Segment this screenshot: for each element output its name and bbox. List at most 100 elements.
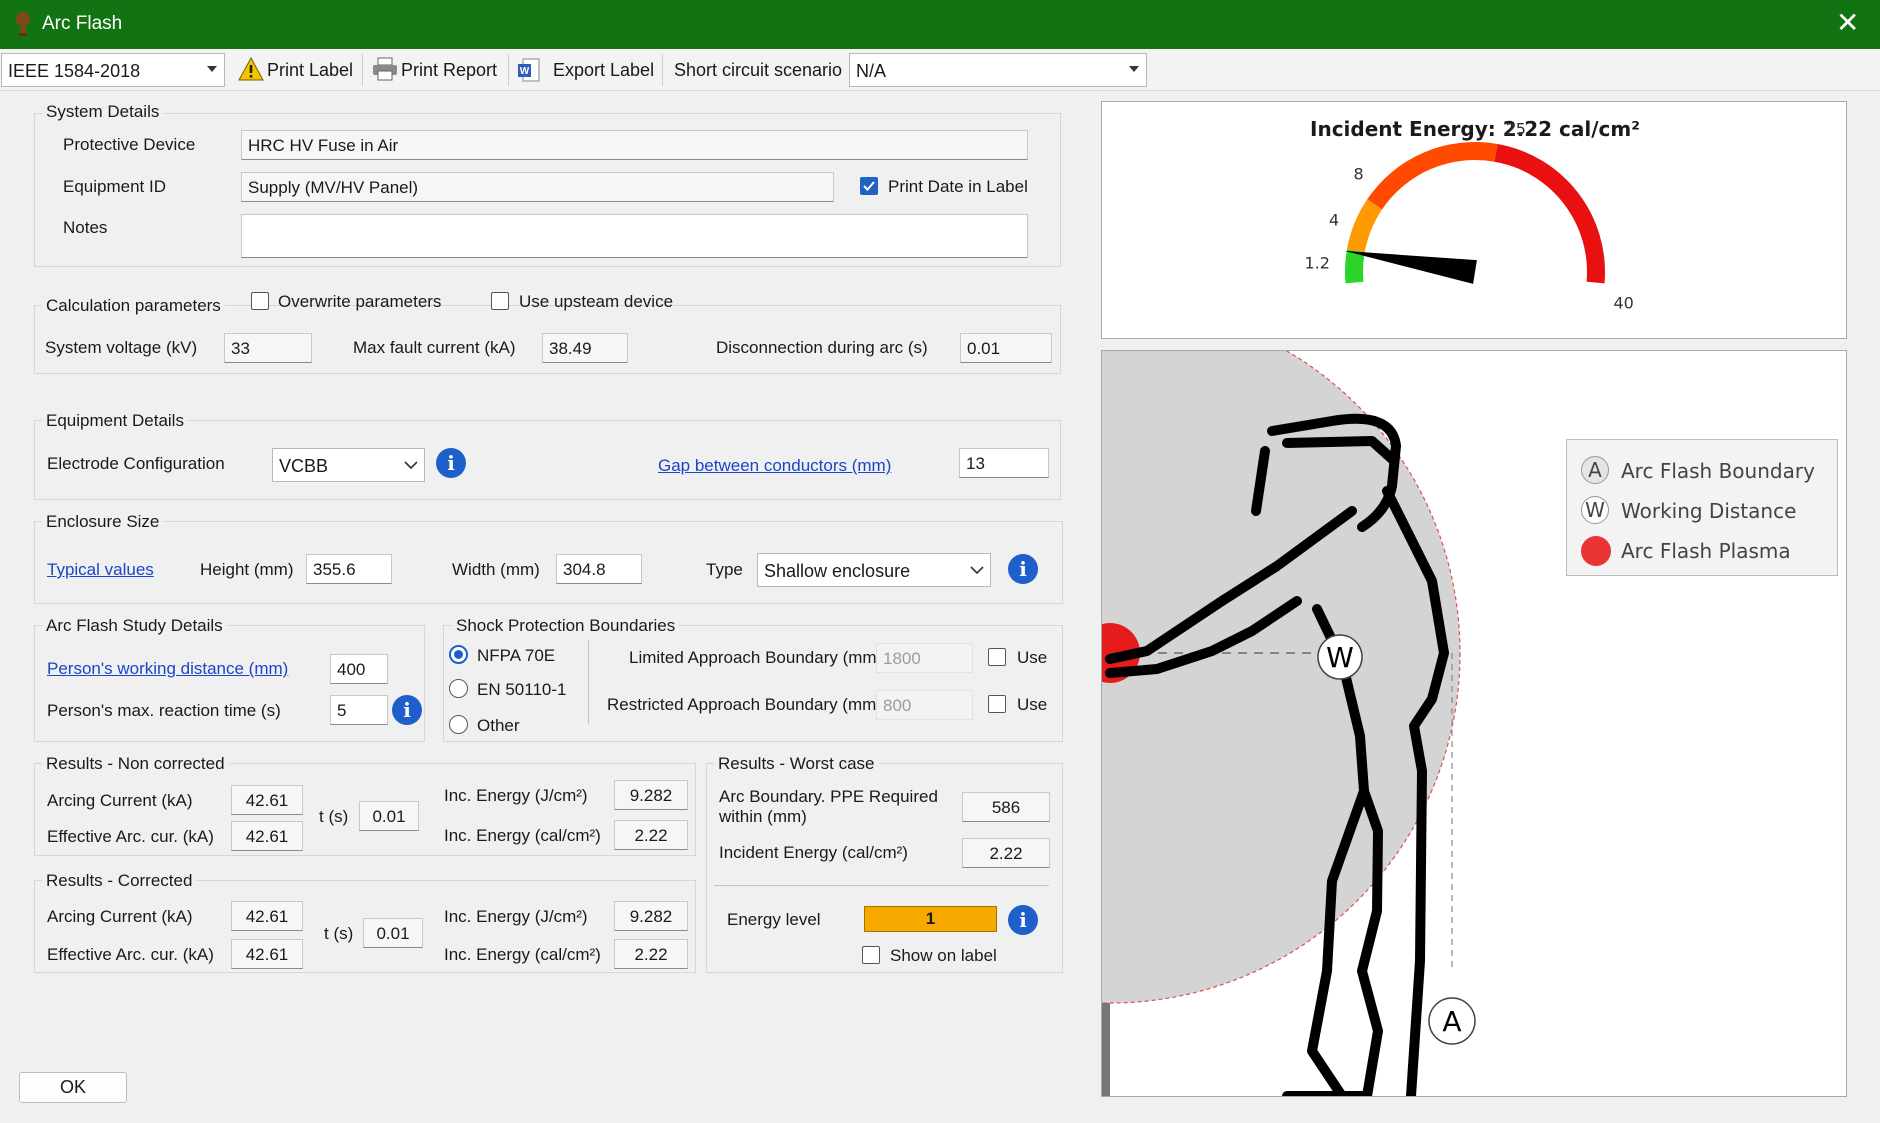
height-field[interactable]: 355.6 [306,554,392,584]
notes-field[interactable] [241,214,1028,258]
reaction-time-info-icon[interactable]: i [392,695,422,725]
use-upstream-label: Use upsteam device [519,292,674,311]
noncorr-energy-j-label: Inc. Energy (J/cm²) [444,786,588,805]
working-distance-marker: W [1317,634,1363,680]
print-report-button[interactable]: Print Report [401,60,497,81]
other-label: Other [477,716,520,735]
disconnection-field[interactable]: 0.01 [960,333,1052,363]
shock-protection-title: Shock Protection Boundaries [452,616,680,636]
gauge-band [1367,142,1498,210]
typical-values-link[interactable]: Typical values [47,560,154,580]
limited-approach-label: Limited Approach Boundary (mm) [629,648,883,667]
working-distance-link[interactable]: Person's working distance (mm) [47,659,288,679]
standard-select[interactable]: IEEE 1584-2018 [1,53,225,87]
print-date-checkbox[interactable] [860,177,878,195]
limited-use-label: Use [1017,648,1048,667]
en50110-label: EN 50110-1 [477,680,567,699]
en50110-radio[interactable] [449,679,468,698]
noncorr-effective-label: Effective Arc. cur. (kA) [47,827,214,846]
gauge-tick-label: 8 [1353,164,1363,183]
max-fault-current-field[interactable]: 38.49 [542,333,628,363]
gap-field[interactable]: 13 [959,448,1049,478]
ok-button[interactable]: OK [19,1072,127,1103]
overwrite-parameters-label: Overwrite parameters [278,292,442,311]
incident-energy-gauge: 1.2 4 8 25 40 [1304,120,1633,313]
noncorr-energy-cal-label: Inc. Energy (cal/cm²) [444,826,601,845]
equipment-details-title: Equipment Details [42,411,188,431]
energy-level-info-icon[interactable]: i [1008,905,1038,935]
noncorr-t-label: t (s) [319,807,349,826]
app-icon [16,11,30,36]
corr-effective-label: Effective Arc. cur. (kA) [47,945,214,964]
limited-use-checkbox[interactable] [988,648,1006,666]
width-label: Width (mm) [452,560,540,579]
type-label: Type [706,560,743,579]
print-date-label: Print Date in Label [888,177,1028,196]
worst-energy-field[interactable]: 2.22 [962,838,1050,868]
boundary-marker-text: A [1442,1005,1461,1038]
worst-divider [714,885,1049,886]
legend-badge-a: A [1581,456,1609,484]
protective-device-label: Protective Device [63,135,196,154]
boundary-marker: A [1428,997,1476,1045]
scenario-select[interactable]: N/A [849,53,1147,87]
restricted-use-checkbox[interactable] [988,695,1006,713]
arc-boundary-label-line2: within (mm) [719,807,807,826]
nfpa-radio[interactable] [449,645,468,664]
protective-device-field[interactable]: HRC HV Fuse in Air [241,130,1028,160]
arc-boundary-field[interactable]: 586 [962,792,1050,822]
corr-energy-j-field[interactable]: 9.282 [614,901,688,931]
chevron-down-icon [1129,66,1139,72]
corr-t-field[interactable]: 0.01 [363,918,423,948]
notes-label: Notes [63,218,108,237]
arc-boundary-label: Arc Boundary. PPE Required [719,787,938,806]
restricted-approach-label: Restricted Approach Boundary (mm) [607,695,882,714]
corr-energy-cal-label: Inc. Energy (cal/cm²) [444,945,601,964]
equipment-id-label: Equipment ID [63,177,166,196]
toolbar-divider [508,54,509,86]
enclosure-type-value: Shallow enclosure [764,561,911,581]
word-document-icon: W [518,58,540,82]
close-icon[interactable]: ✕ [1836,8,1859,38]
height-label: Height (mm) [200,560,294,579]
toolbar-divider [662,54,663,86]
width-field[interactable]: 304.8 [556,554,642,584]
legend-arc-flash-plasma: Arc Flash Plasma [1621,539,1791,563]
export-label-button[interactable]: Export Label [553,60,654,81]
show-on-label-checkbox[interactable] [862,946,880,964]
working-distance-field[interactable]: 400 [330,654,388,684]
noncorr-energy-j-field[interactable]: 9.282 [614,780,688,810]
enclosure-info-icon[interactable]: i [1008,554,1038,584]
overwrite-parameters-checkbox[interactable] [251,292,269,310]
noncorr-arcing-label: Arcing Current (kA) [47,791,193,810]
system-voltage-label: System voltage (kV) [45,338,198,357]
noncorr-arcing-field[interactable]: 42.61 [231,785,303,815]
noncorr-t-field[interactable]: 0.01 [359,801,419,831]
noncorr-effective-field[interactable]: 42.61 [231,821,303,851]
max-fault-current-label: Max fault current (kA) [353,338,516,357]
enclosure-type-select[interactable]: Shallow enclosure [757,553,991,587]
electrode-info-icon[interactable]: i [436,448,466,478]
reaction-time-field[interactable]: 5 [330,695,388,725]
other-radio[interactable] [449,715,468,734]
print-label-button[interactable]: Print Label [267,60,353,81]
system-voltage-field[interactable]: 33 [224,333,312,363]
calculation-parameters-title: Calculation parameters [42,296,225,316]
gauge-tick-label: 4 [1329,211,1339,230]
warning-icon [238,56,264,81]
chevron-down-icon [207,66,217,72]
diagram-panel: W A A Arc Flash Boundary W Working Dista… [1101,350,1847,1097]
use-upstream-checkbox[interactable] [491,292,509,310]
gap-between-conductors-link[interactable]: Gap between conductors (mm) [658,456,891,476]
equipment-id-field[interactable]: Supply (MV/HV Panel) [241,172,834,202]
corr-effective-field[interactable]: 42.61 [231,939,303,969]
energy-level-indicator: 1 [864,906,997,932]
gauge-tick-label: 25 [1506,120,1526,139]
corr-arcing-field[interactable]: 42.61 [231,901,303,931]
chevron-down-icon [970,566,984,575]
noncorr-energy-cal-field[interactable]: 2.22 [614,820,688,850]
electrode-configuration-select[interactable]: VCBB [272,448,425,482]
disconnection-label: Disconnection during arc (s) [716,338,928,357]
legend-arc-flash-boundary: Arc Flash Boundary [1621,459,1815,483]
corr-energy-cal-field[interactable]: 2.22 [614,939,688,969]
